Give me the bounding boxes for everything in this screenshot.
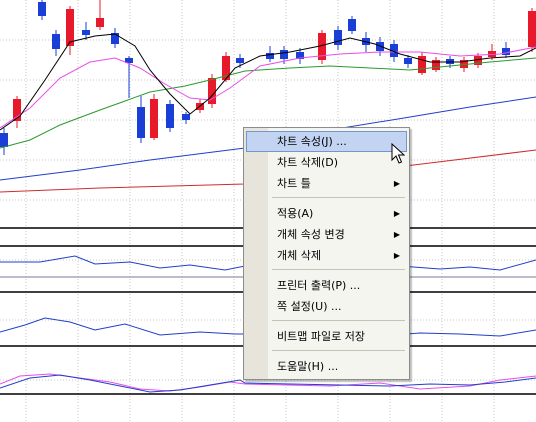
candle-body [137, 107, 145, 138]
menu-item-label: 개체 속성 변경 [277, 228, 345, 241]
mouse-pointer-icon [391, 143, 405, 164]
submenu-arrow-icon: ▶ [393, 209, 400, 218]
candle-body [236, 58, 244, 63]
candle-body [38, 2, 46, 16]
menu-item-label: 차트 삭제(D) [277, 156, 339, 169]
submenu-arrow-icon: ▶ [393, 179, 400, 188]
submenu-arrow-icon: ▶ [393, 251, 400, 260]
menu-item-label: 도움말(H) ... [277, 360, 339, 373]
candle-body [150, 99, 158, 138]
menu-item-save-bitmap[interactable]: 비트맵 파일로 저장 [246, 326, 407, 347]
menu-item-label: 차트 틀 [277, 177, 311, 190]
candle-body [334, 30, 342, 45]
menu-item-page-setup[interactable]: 쪽 설정(U) ... [246, 296, 407, 317]
menu-item-label: 프린터 출력(P) ... [277, 279, 361, 292]
menu-item-chart-properties[interactable]: 차트 속성(J) ... [246, 131, 407, 152]
menu-item-label: 차트 속성(J) ... [277, 135, 347, 148]
candle-body [166, 104, 174, 128]
menu-item-help[interactable]: 도움말(H) ... [246, 356, 407, 377]
candle-body [348, 19, 356, 31]
menu-item-label: 쪽 설정(U) ... [277, 300, 342, 313]
candle-body [0, 133, 8, 147]
candle-body [528, 11, 536, 47]
submenu-arrow-icon: ▶ [393, 230, 400, 239]
candle-body [52, 34, 60, 49]
candle-body [82, 30, 90, 35]
chart-context-menu: 차트 속성(J) ... 차트 삭제(D) 차트 틀 ▶ 적용(A) ▶ 개체 … [243, 127, 410, 380]
menu-item-label: 비트맵 파일로 저장 [277, 330, 365, 343]
candle-body [418, 56, 426, 73]
candle-body [280, 50, 288, 59]
moving-average-line [0, 33, 536, 131]
menu-item-delete-chart[interactable]: 차트 삭제(D) [246, 152, 407, 173]
menu-item-label: 개체 삭제 [277, 249, 321, 262]
menu-separator [272, 350, 405, 351]
menu-item-delete-object[interactable]: 개체 삭제 ▶ [246, 245, 407, 266]
menu-separator [272, 320, 405, 321]
candle-body [404, 58, 412, 64]
menu-separator [272, 269, 405, 270]
menu-item-print[interactable]: 프린터 출력(P) ... [246, 275, 407, 296]
menu-item-change-object-properties[interactable]: 개체 속성 변경 ▶ [246, 224, 407, 245]
menu-item-chart-frame[interactable]: 차트 틀 ▶ [246, 173, 407, 194]
menu-item-apply[interactable]: 적용(A) ▶ [246, 203, 407, 224]
candle-body [182, 114, 190, 120]
menu-item-label: 적용(A) [277, 207, 314, 220]
candle-body [66, 9, 74, 46]
moving-average-line [0, 46, 536, 129]
menu-separator [272, 197, 405, 198]
candle-body [96, 18, 104, 27]
candle-body [502, 48, 510, 55]
